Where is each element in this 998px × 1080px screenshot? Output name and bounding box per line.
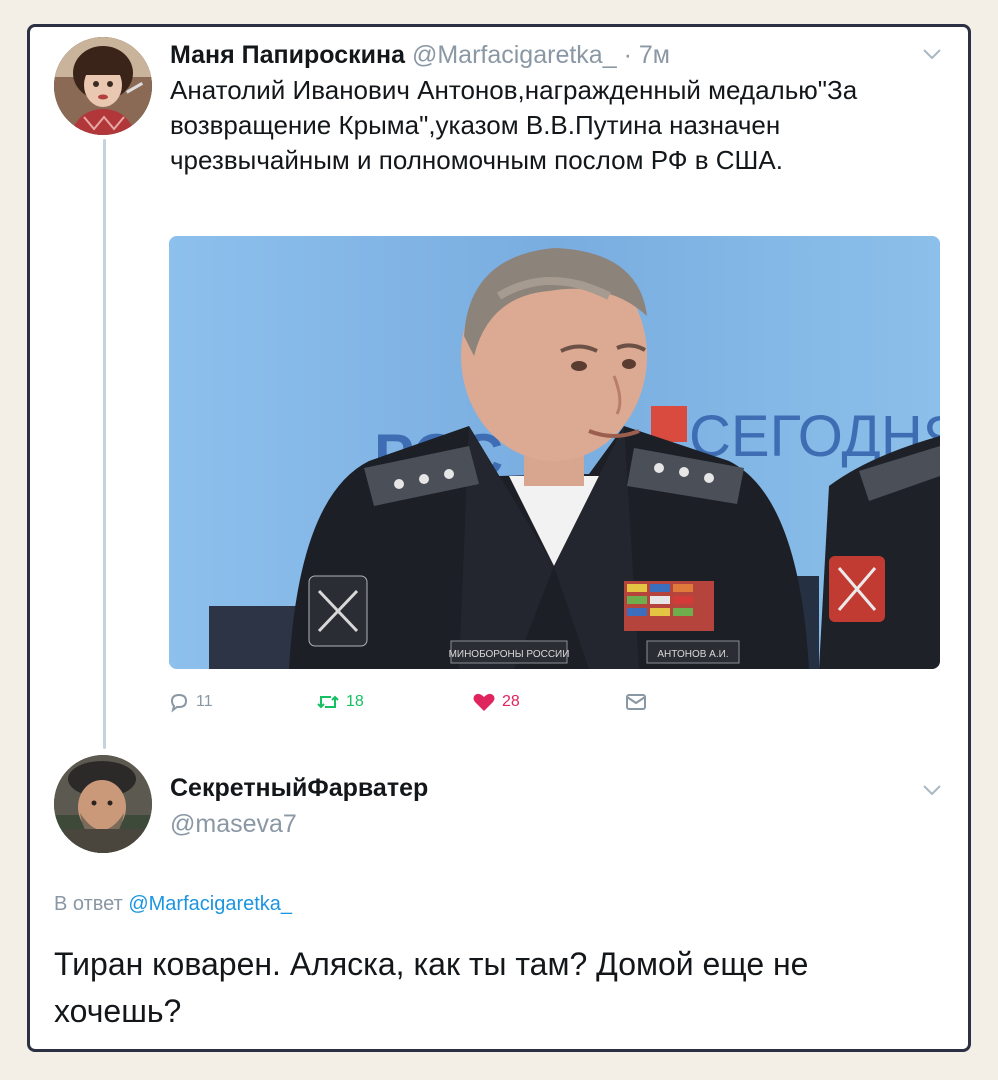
chevron-down-icon[interactable] — [923, 49, 941, 59]
reply-author-name[interactable]: СекретныйФарватер — [170, 772, 428, 804]
avatar[interactable] — [54, 37, 152, 135]
tweet-actions: 11 18 28 — [168, 687, 668, 717]
author-handle[interactable]: @Marfacigaretka_ — [412, 41, 617, 69]
reply-button[interactable]: 11 — [168, 687, 213, 717]
retweet-count: 18 — [346, 693, 364, 710]
avatar[interactable] — [54, 755, 152, 853]
direct-message-button[interactable] — [624, 687, 648, 717]
reply-to-line: В ответ @Marfacigaretka_ — [54, 893, 292, 916]
tweet-text: Анатолий Иванович Антонов,награжденный м… — [170, 75, 858, 175]
reply-count: 11 — [196, 693, 213, 710]
tweet-header: Маня Папироскина @Marfacigaretka_ · 7м — [170, 39, 670, 71]
retweet-button[interactable]: 18 — [316, 687, 364, 717]
reply-to-handle-link[interactable]: @Marfacigaretka_ — [128, 893, 292, 915]
patch-text: МИНОБОРОНЫ РОССИИ — [449, 649, 570, 660]
tweet-time[interactable]: · 7м — [624, 41, 670, 69]
tweet-photo[interactable]: РОС СЕГОДНЯ — [169, 236, 940, 669]
tweet-thread-card: Маня Папироскина @Marfacigaretka_ · 7м А… — [27, 24, 971, 1052]
like-count: 28 — [502, 693, 520, 710]
like-button[interactable]: 28 — [472, 687, 520, 717]
reply-author-handle[interactable]: @maseva7 — [170, 808, 297, 840]
name-tag: АНТОНОВ А.И. — [657, 649, 728, 660]
chevron-down-icon[interactable] — [923, 785, 941, 795]
reply-text: Тиран коварен. Аляска, как ты там? Домой… — [54, 946, 809, 1029]
retweet-icon — [317, 695, 339, 709]
thread-connector-line — [103, 139, 106, 749]
direct-message-icon — [626, 694, 646, 710]
heart-icon — [473, 693, 495, 711]
reply-to-prefix: В ответ — [54, 893, 123, 915]
reply-icon — [170, 693, 188, 713]
author-name[interactable]: Маня Папироскина — [170, 41, 405, 69]
